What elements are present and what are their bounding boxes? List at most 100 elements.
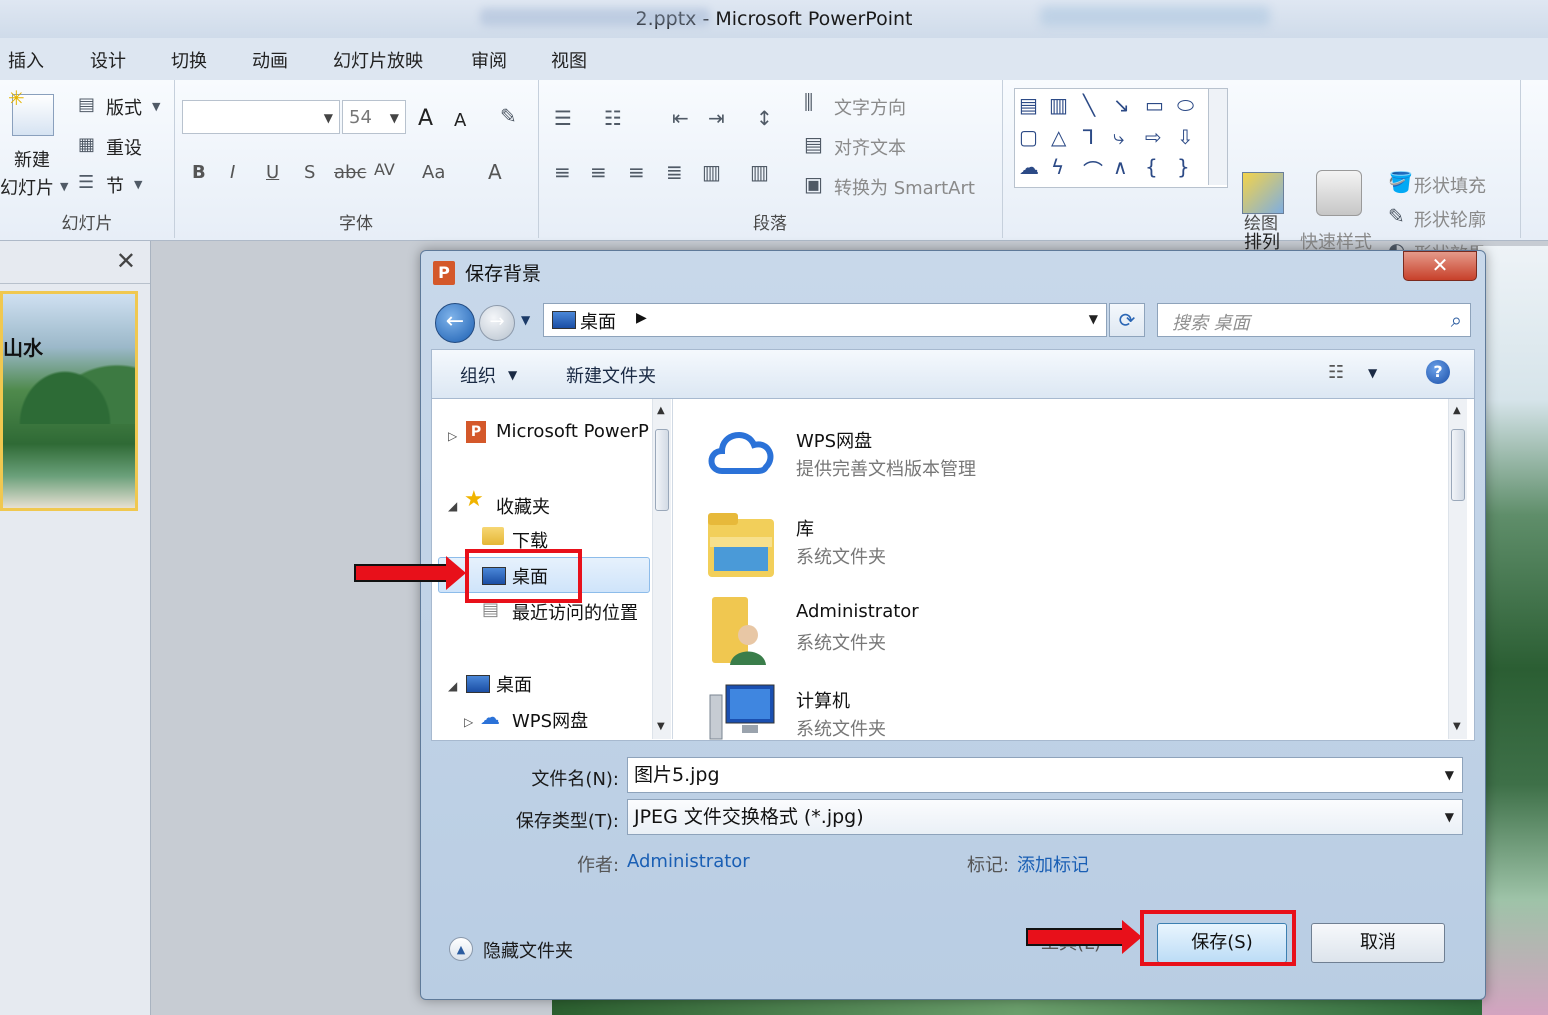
nav-pane-scrollbar[interactable]: ▲ ▼ — [652, 399, 671, 739]
address-bar[interactable]: 桌面 ▶ ▼ — [543, 303, 1107, 337]
search-box[interactable]: 搜索 桌面 ⌕ — [1157, 303, 1471, 337]
left-brace-shape-icon[interactable]: { — [1145, 155, 1158, 179]
layout-icon[interactable]: ▤ — [78, 94, 95, 115]
grow-font-button[interactable]: A — [418, 106, 433, 131]
align-center-icon[interactable]: ≡ — [590, 160, 607, 184]
chevron-down-icon[interactable]: ▼ — [1445, 800, 1454, 834]
filename-input[interactable]: 图片5.jpg ▼ — [627, 757, 1463, 793]
numbering-icon[interactable]: ☷ — [604, 106, 622, 130]
line-shape-icon[interactable]: ╲ — [1083, 93, 1095, 117]
view-options-icon[interactable]: ☷ — [1328, 362, 1344, 383]
tab-view[interactable]: 视图 — [551, 47, 587, 73]
view-dropdown-icon[interactable]: ▼ — [1368, 366, 1377, 380]
nav-item-favorites[interactable]: 收藏夹 — [496, 493, 550, 519]
shapes-gallery-scroll[interactable] — [1208, 89, 1227, 185]
font-color-button[interactable]: A — [488, 160, 502, 184]
clear-format-icon[interactable]: ✎ — [500, 104, 517, 128]
italic-button[interactable]: I — [230, 162, 235, 183]
chevron-down-icon[interactable]: ▼ — [152, 100, 160, 113]
back-button[interactable]: ← — [435, 303, 475, 343]
shape-fill-button[interactable]: 形状填充 — [1414, 172, 1486, 198]
scroll-up-icon[interactable]: ▲ — [1453, 405, 1461, 416]
rounded-rect-shape-icon[interactable]: ▢ — [1019, 125, 1038, 149]
bold-button[interactable]: B — [192, 162, 206, 183]
columns-icon[interactable]: ▥ — [750, 160, 769, 184]
bullets-icon[interactable]: ☰ — [554, 106, 572, 130]
char-spacing-button[interactable]: AV — [374, 160, 395, 179]
text-direction-button[interactable]: 文字方向 — [834, 94, 906, 120]
dialog-close-button[interactable]: ✕ — [1403, 251, 1477, 281]
collapse-arrow-icon[interactable]: ◢ — [448, 679, 457, 693]
expand-arrow-icon[interactable]: ▷ — [448, 429, 457, 443]
chevron-down-icon[interactable]: ▼ — [134, 178, 142, 191]
shadow-button[interactable]: S — [304, 162, 315, 183]
cancel-button[interactable]: 取消 — [1311, 923, 1445, 963]
arrow-line-shape-icon[interactable]: ↘ — [1113, 93, 1130, 117]
increase-indent-icon[interactable]: ⇥ — [708, 106, 725, 130]
convert-smartart-button[interactable]: 转换为 SmartArt — [834, 174, 975, 200]
nav-item-powerpoint[interactable]: Microsoft PowerP — [496, 421, 649, 442]
justify-icon[interactable]: ≣ — [666, 160, 683, 184]
font-size-combo[interactable]: 54 ▼ — [342, 100, 406, 134]
pen-icon[interactable]: ✎ — [1388, 204, 1405, 228]
scroll-down-icon[interactable]: ▼ — [657, 721, 665, 732]
slide-thumbnail[interactable]: 山水 — [0, 291, 138, 511]
down-arrow-shape-icon[interactable]: ⇩ — [1177, 125, 1194, 149]
new-slide-label-1[interactable]: 新建 — [14, 146, 50, 172]
freeform-shape-icon[interactable]: ☁ — [1019, 155, 1039, 179]
scribble-shape-icon[interactable]: ϟ — [1051, 155, 1064, 179]
vertical-textbox-shape-icon[interactable]: ▥ — [1049, 93, 1068, 117]
chevron-up-icon[interactable]: ▲ — [449, 937, 473, 961]
tab-design[interactable]: 设计 — [90, 47, 126, 73]
align-text-icon[interactable]: ▤ — [804, 132, 823, 156]
shrink-font-button[interactable]: A — [454, 110, 466, 131]
refresh-button[interactable]: ⟳ — [1109, 303, 1145, 337]
decrease-indent-icon[interactable]: ⇤ — [672, 106, 689, 130]
paint-bucket-icon[interactable]: 🪣 — [1388, 170, 1413, 194]
elbow-arrow-shape-icon[interactable]: ⤷ — [1113, 125, 1124, 149]
chevron-down-icon[interactable]: ▼ — [1445, 758, 1454, 792]
filetype-select[interactable]: JPEG 文件交换格式 (*.jpg) ▼ — [627, 799, 1463, 835]
text-direction-icon[interactable]: ⫼ — [804, 90, 813, 114]
rectangle-shape-icon[interactable]: ▭ — [1145, 93, 1164, 117]
textbox-shape-icon[interactable]: ▤ — [1019, 93, 1038, 117]
line-spacing-icon[interactable]: ↕ — [756, 106, 773, 130]
chevron-down-icon[interactable]: ▼ — [60, 180, 68, 193]
right-arrow-shape-icon[interactable]: ⇨ — [1145, 125, 1162, 149]
section-button[interactable]: 节 — [106, 172, 124, 198]
scroll-down-icon[interactable]: ▼ — [1453, 721, 1461, 732]
triangle-shape-icon[interactable]: △ — [1051, 125, 1066, 149]
tags-value[interactable]: 添加标记 — [1017, 851, 1089, 877]
strikethrough-button[interactable]: abc — [334, 162, 366, 183]
hide-folders-button[interactable]: 隐藏文件夹 — [483, 937, 573, 963]
tab-slideshow[interactable]: 幻灯片放映 — [333, 47, 423, 73]
align-right-icon[interactable]: ≡ — [628, 160, 645, 184]
tab-insert[interactable]: 插入 — [8, 47, 44, 73]
new-folder-button[interactable]: 新建文件夹 — [566, 362, 656, 388]
tab-transitions[interactable]: 切换 — [171, 47, 207, 73]
close-icon[interactable]: ✕ — [116, 247, 136, 275]
reset-icon[interactable]: ▦ — [78, 134, 95, 155]
nav-item-wps-cloud[interactable]: WPS网盘 — [512, 707, 588, 733]
shapes-gallery[interactable]: ▤ ▥ ╲ ↘ ▭ ⬭ ▢ △ ⅂ ⤷ ⇨ ⇩ ☁ ϟ ⌒ ∧ { } — [1014, 88, 1228, 188]
tab-animations[interactable]: 动画 — [252, 47, 288, 73]
arc-shape-icon[interactable]: ⌒ — [1083, 155, 1103, 184]
scroll-up-icon[interactable]: ▲ — [657, 405, 665, 416]
layout-button[interactable]: 版式 — [106, 94, 142, 120]
nav-item-desktop-root[interactable]: 桌面 — [496, 671, 532, 697]
help-icon[interactable]: ? — [1426, 360, 1450, 384]
search-icon[interactable]: ⌕ — [1451, 308, 1462, 332]
breadcrumb-arrow-icon[interactable]: ▶ — [636, 310, 647, 326]
curve-shape-icon[interactable]: ∧ — [1113, 155, 1128, 179]
underline-button[interactable]: U — [266, 162, 279, 183]
tab-review[interactable]: 审阅 — [471, 47, 507, 73]
smartart-icon[interactable]: ▣ — [804, 172, 823, 196]
elbow-connector-shape-icon[interactable]: ⅂ — [1083, 125, 1094, 149]
align-left-icon[interactable]: ≡ — [554, 160, 571, 184]
new-slide-label-2[interactable]: 幻灯片 — [0, 174, 54, 200]
address-crumb[interactable]: 桌面 — [580, 308, 616, 334]
content-scrollbar[interactable]: ▲ ▼ — [1448, 399, 1467, 739]
oval-shape-icon[interactable]: ⬭ — [1177, 93, 1194, 117]
reset-button[interactable]: 重设 — [106, 134, 142, 160]
shape-outline-button[interactable]: 形状轮廓 — [1414, 206, 1486, 232]
